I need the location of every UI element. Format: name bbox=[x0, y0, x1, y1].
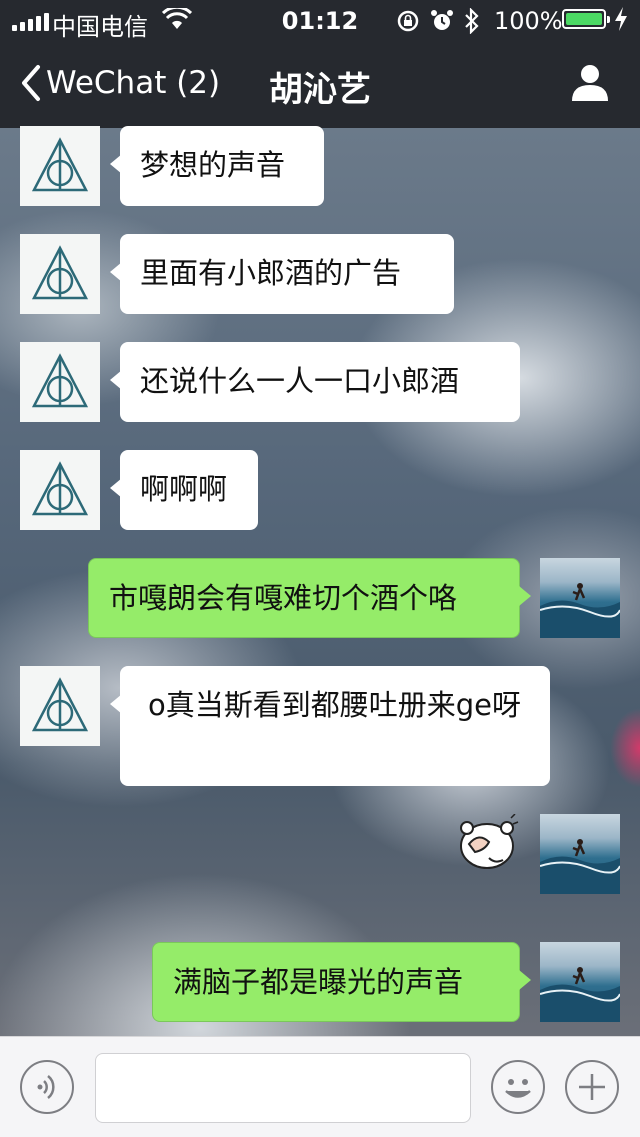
voice-icon bbox=[37, 1075, 55, 1099]
status-bar: 中国电信 01:12 100% bbox=[0, 0, 640, 41]
battery-percentage: 100% bbox=[494, 7, 563, 35]
message-bubble[interactable]: 梦想的声音 bbox=[120, 126, 324, 206]
message-bubble[interactable]: 还说什么一人一口小郎酒 bbox=[120, 342, 520, 422]
alarm-icon bbox=[431, 10, 453, 30]
contact-avatar[interactable] bbox=[20, 450, 100, 530]
smiley-icon bbox=[505, 1079, 531, 1098]
contact-avatar[interactable] bbox=[20, 234, 100, 314]
contact-avatar[interactable] bbox=[20, 342, 100, 422]
background-decoration bbox=[610, 708, 640, 788]
message-bubble[interactable]: 市嘎朗会有嘎难切个酒个咯 bbox=[88, 558, 520, 638]
plus-icon bbox=[579, 1074, 605, 1100]
my-avatar[interactable] bbox=[540, 814, 620, 894]
rotation-lock-icon bbox=[397, 10, 419, 32]
chevron-left-icon bbox=[22, 65, 40, 101]
input-bar bbox=[0, 1036, 640, 1137]
sticker-covering-face-bear[interactable] bbox=[455, 813, 519, 874]
contact-avatar[interactable] bbox=[20, 666, 100, 746]
my-avatar[interactable] bbox=[540, 942, 620, 1022]
navigation-bar: WeChat (2) 胡沁艺 bbox=[0, 40, 640, 128]
battery-icon bbox=[562, 9, 610, 29]
voice-button[interactable] bbox=[20, 1060, 74, 1114]
message-bubble[interactable]: o真当斯看到都腰吐册来ge呀 bbox=[120, 666, 550, 786]
message-bubble[interactable]: 满脑子都是曝光的声音 bbox=[152, 942, 520, 1022]
message-input[interactable] bbox=[95, 1053, 471, 1123]
message-bubble[interactable]: 里面有小郎酒的广告 bbox=[120, 234, 454, 314]
message-bubble[interactable]: 啊啊啊 bbox=[120, 450, 258, 530]
contact-avatar[interactable] bbox=[20, 126, 100, 206]
profile-button[interactable] bbox=[570, 62, 610, 106]
back-button[interactable]: WeChat (2) bbox=[20, 64, 220, 102]
bluetooth-icon bbox=[465, 8, 479, 34]
person-icon bbox=[572, 65, 608, 101]
back-label: WeChat (2) bbox=[46, 65, 221, 101]
emoji-button[interactable] bbox=[491, 1060, 545, 1114]
more-button[interactable] bbox=[565, 1060, 619, 1114]
my-avatar[interactable] bbox=[540, 558, 620, 638]
charging-icon bbox=[614, 7, 628, 37]
